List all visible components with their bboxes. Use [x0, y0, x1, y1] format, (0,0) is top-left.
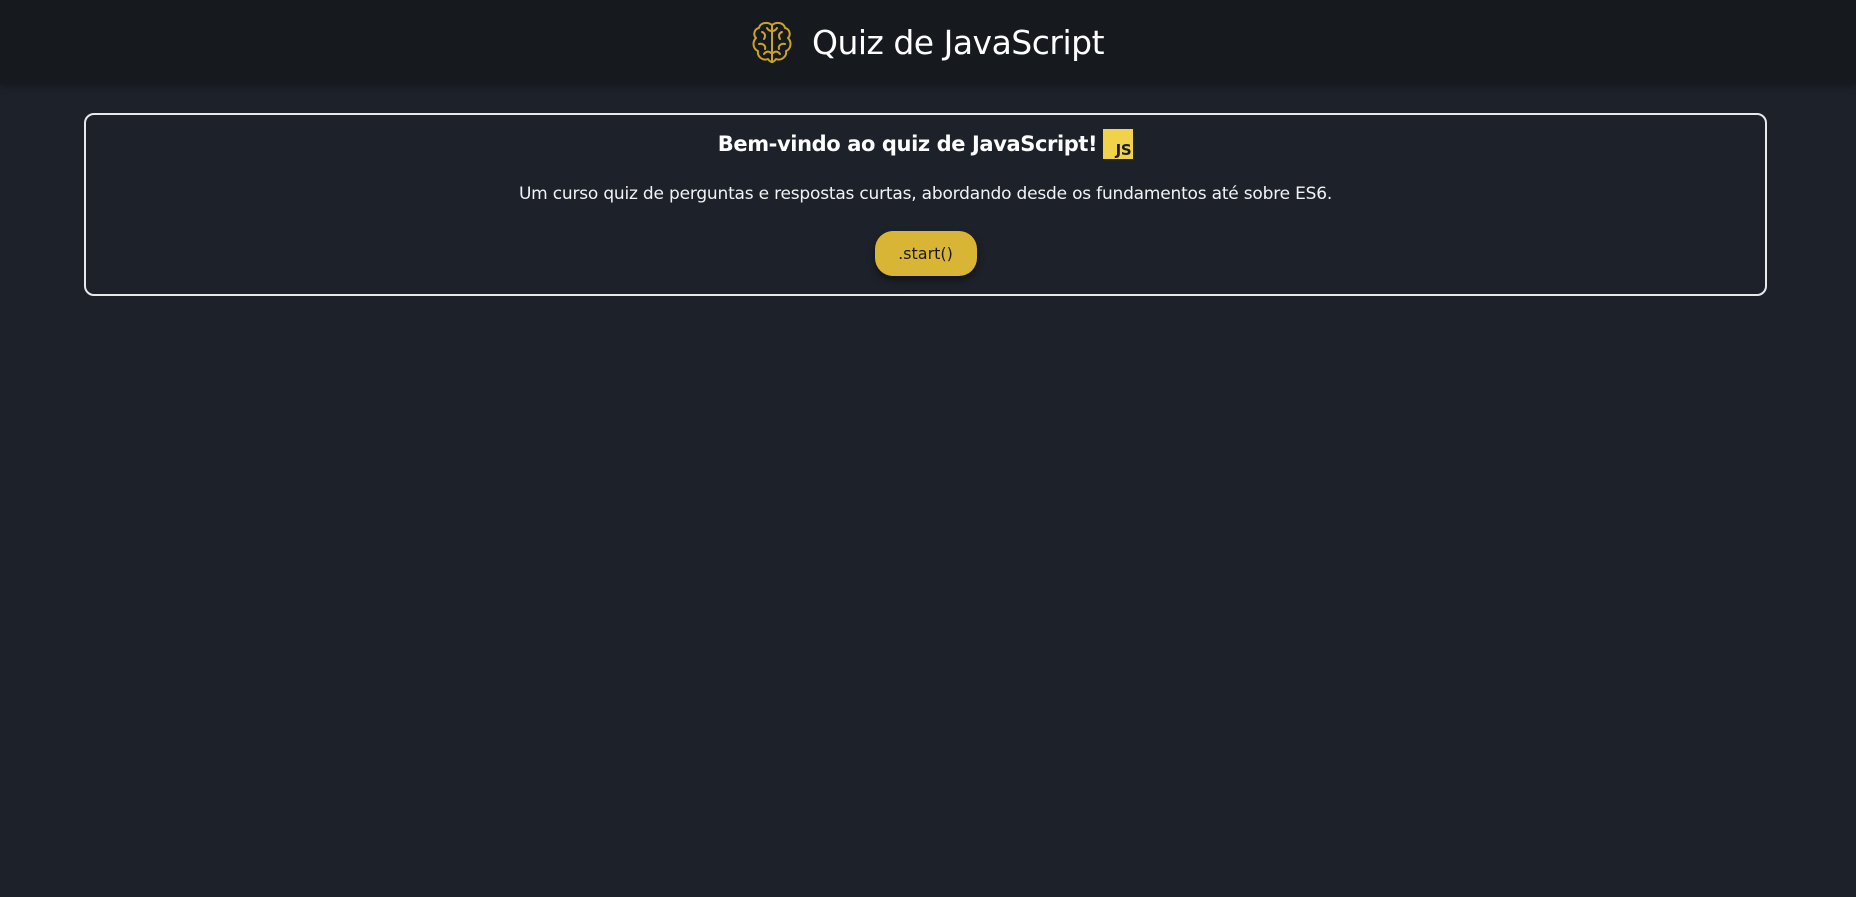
- app-title: Quiz de JavaScript: [811, 22, 1105, 62]
- welcome-card: Bem-vindo ao quiz de JavaScript! JS Um c…: [84, 113, 1767, 296]
- welcome-heading-text: Bem-vindo ao quiz de JavaScript!: [717, 132, 1098, 156]
- js-logo-icon: JS: [1103, 129, 1134, 159]
- js-badge-label: JS: [1115, 141, 1132, 159]
- welcome-heading: Bem-vindo ao quiz de JavaScript! JS: [717, 129, 1134, 159]
- start-button[interactable]: .start(): [874, 231, 977, 276]
- app-header: Quiz de JavaScript: [0, 0, 1856, 84]
- welcome-description: Um curso quiz de perguntas e respostas c…: [518, 184, 1333, 204]
- brain-icon: [752, 21, 792, 63]
- brand: Quiz de JavaScript: [752, 20, 1105, 64]
